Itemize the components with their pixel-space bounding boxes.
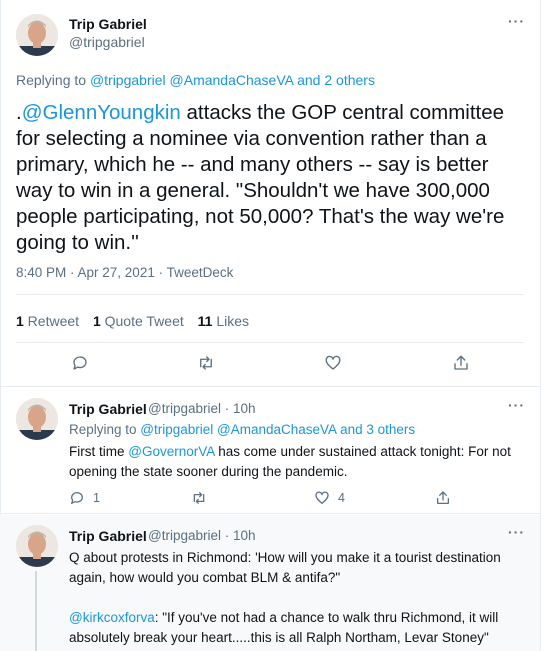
tweet-timestamp[interactable]: 8:40 PM · Apr 27, 2021 · TweetDeck	[16, 265, 233, 280]
avatar[interactable]	[16, 525, 58, 567]
mention-link[interactable]: @kirkcoxforva	[69, 610, 155, 625]
reply-text-line: Q about protests in Richmond: 'How will …	[69, 550, 501, 585]
reply-tweet[interactable]: Trip Gabriel @tripgabriel · 10h ··· Q ab…	[0, 515, 540, 651]
quotes-stat[interactable]: 1 Quote Tweet	[93, 313, 184, 329]
replying-to: Replying to @tripgabriel @AmandaChaseVA …	[16, 72, 375, 88]
reply-action-bar: 1 4	[69, 487, 529, 507]
mention-link[interactable]: @GlennYoungkin	[22, 101, 181, 124]
share-icon[interactable]	[452, 352, 474, 374]
like-count: 4	[338, 491, 345, 505]
tweet-text: .@GlennYoungkin attacks the GOP central …	[16, 100, 526, 256]
divider	[16, 294, 524, 295]
engagement-stats: 1 Retweet 1 Quote Tweet 11 Likes	[16, 313, 259, 329]
reply-tweet[interactable]: Trip Gabriel @tripgabriel · 10h ··· Repl…	[0, 388, 540, 514]
reply-text-prefix: First time	[69, 444, 129, 459]
author-handle-time[interactable]: @tripgabriel · 10h	[148, 528, 256, 543]
author-handle-time[interactable]: @tripgabriel · 10h	[148, 401, 256, 416]
replying-to: Replying to @tripgabriel @AmandaChaseVA …	[69, 422, 415, 437]
more-options-icon[interactable]: ···	[508, 524, 525, 540]
main-tweet: Trip Gabriel @tripgabriel ··· Replying t…	[0, 0, 540, 387]
reply-text: First time @GovernorVA has come under su…	[69, 442, 529, 482]
more-options-icon[interactable]: ···	[508, 397, 525, 413]
author-name[interactable]: Trip Gabriel	[69, 528, 147, 544]
action-bar	[0, 352, 540, 378]
reply-text-quote: @kirkcoxforva: "If you've not had a chan…	[69, 608, 529, 648]
retweet-icon[interactable]	[191, 487, 207, 509]
mention-link[interactable]: @GovernorVA	[128, 444, 214, 459]
reply-text: Q about protests in Richmond: 'How will …	[69, 548, 529, 648]
retweets-stat[interactable]: 1 Retweet	[16, 313, 79, 329]
replying-prefix: Replying to	[69, 422, 141, 437]
likes-stat[interactable]: 11 Likes	[198, 313, 249, 329]
replying-users-link[interactable]: @tripgabriel @AmandaChaseVA	[90, 72, 293, 88]
replying-prefix: Replying to	[16, 72, 90, 88]
share-icon[interactable]	[435, 487, 451, 509]
author-name[interactable]: Trip Gabriel	[69, 401, 147, 417]
avatar[interactable]	[16, 398, 58, 440]
author-name[interactable]: Trip Gabriel	[69, 16, 147, 32]
avatar[interactable]	[16, 14, 58, 56]
divider	[16, 342, 524, 343]
like-icon[interactable]	[324, 352, 346, 374]
like-icon[interactable]: 4	[314, 487, 345, 509]
reply-count: 1	[93, 491, 100, 505]
reply-icon[interactable]	[71, 352, 93, 374]
replying-others-link[interactable]: and 3 others	[336, 422, 415, 437]
retweet-icon[interactable]	[197, 352, 219, 374]
more-options-icon[interactable]: ···	[508, 13, 525, 29]
author-handle[interactable]: @tripgabriel	[69, 34, 145, 50]
reply-icon[interactable]: 1	[69, 487, 100, 509]
replying-users-link[interactable]: @tripgabriel @AmandaChaseVA	[140, 422, 336, 437]
thread-line	[35, 571, 37, 651]
replying-others-link[interactable]: and 2 others	[293, 72, 375, 88]
